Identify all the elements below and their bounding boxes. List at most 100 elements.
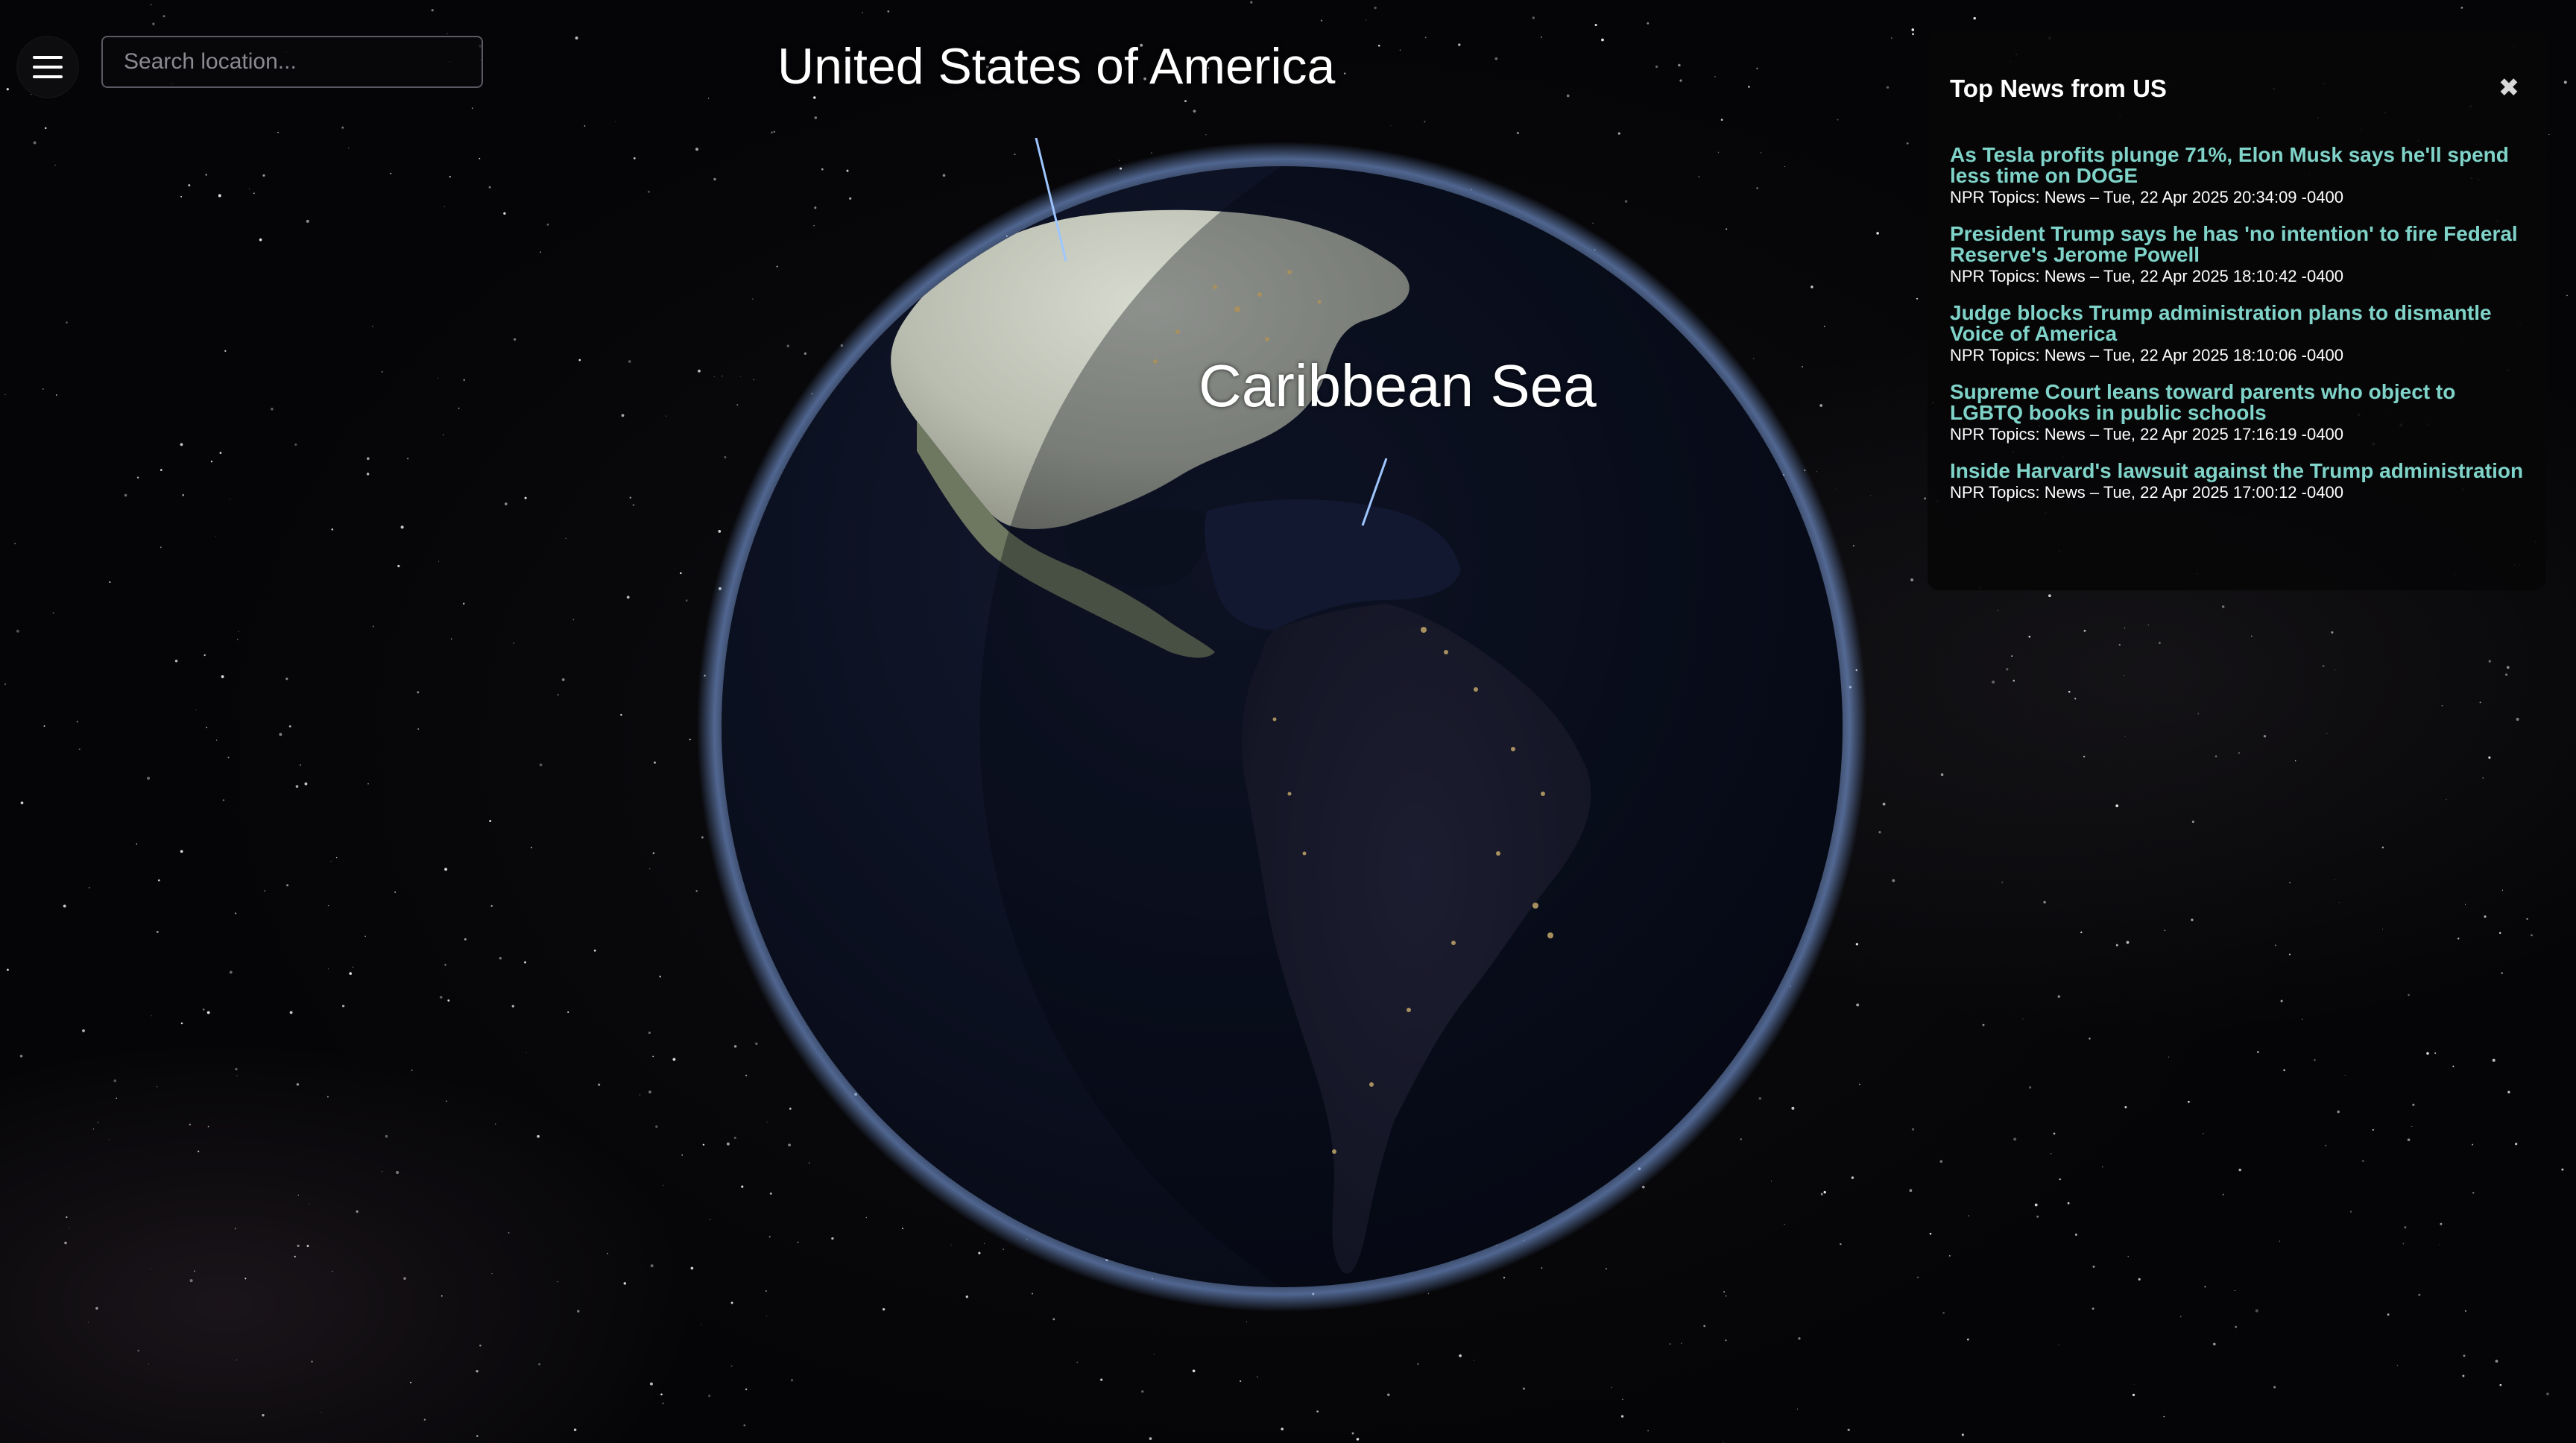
star — [462, 602, 465, 605]
menu-button[interactable] — [18, 37, 78, 97]
star — [297, 1194, 299, 1196]
star — [431, 9, 434, 12]
star — [417, 728, 420, 730]
star — [1647, 1430, 1649, 1432]
star — [629, 496, 631, 499]
star — [1522, 1387, 1526, 1390]
star — [650, 1264, 654, 1268]
star — [2028, 635, 2031, 638]
star — [14, 543, 16, 545]
star — [2531, 934, 2533, 937]
star — [16, 629, 19, 633]
star — [489, 820, 492, 822]
star — [584, 125, 586, 127]
news-headline-link[interactable]: As Tesla profits plunge 71%, Elon Musk s… — [1950, 145, 2524, 186]
star — [396, 1171, 400, 1174]
star — [259, 238, 262, 241]
star — [180, 1022, 183, 1025]
star — [2011, 655, 2013, 657]
star — [2344, 1075, 2346, 1076]
news-meta: NPR Topics: News – Tue, 22 Apr 2025 18:1… — [1950, 346, 2343, 364]
close-button[interactable]: ✖ — [2494, 73, 2524, 103]
star — [1910, 578, 1914, 581]
star — [1647, 22, 1650, 25]
star — [2561, 1168, 2564, 1171]
star — [2501, 972, 2503, 974]
star — [2187, 1100, 2190, 1103]
star — [494, 1123, 496, 1125]
star — [364, 935, 366, 937]
star — [407, 458, 409, 460]
news-headline-link[interactable]: Judge blocks Trump administration plans … — [1950, 303, 2524, 344]
star — [2381, 846, 2384, 849]
star — [203, 654, 206, 657]
star — [1961, 1433, 1964, 1436]
star — [336, 857, 338, 859]
star — [229, 970, 233, 974]
star — [2257, 1051, 2259, 1053]
star — [2203, 1132, 2204, 1134]
star — [1924, 497, 1927, 500]
star — [20, 801, 24, 805]
star — [180, 850, 183, 853]
star — [235, 912, 237, 915]
search-box[interactable] — [101, 36, 483, 88]
star — [2089, 1038, 2091, 1040]
star — [227, 757, 230, 759]
star — [2191, 918, 2194, 921]
space-background: United States of America Caribbean Sea T… — [0, 0, 2576, 1443]
news-headline-link[interactable]: Supreme Court leans toward parents who o… — [1950, 382, 2524, 423]
star — [2279, 1240, 2280, 1242]
star — [2446, 798, 2447, 800]
star — [539, 763, 543, 767]
star — [1374, 6, 1377, 10]
star — [2546, 1392, 2549, 1396]
star — [2526, 918, 2528, 921]
star — [109, 1139, 110, 1140]
star — [326, 1096, 329, 1098]
star — [372, 625, 375, 628]
star — [1992, 681, 1995, 683]
star — [1205, 134, 1207, 136]
star — [109, 581, 111, 584]
label-caribbean-sea: Caribbean Sea — [1199, 353, 1597, 419]
star — [2457, 937, 2460, 940]
star — [2074, 698, 2077, 700]
star — [2126, 941, 2130, 944]
star — [2408, 994, 2410, 997]
star — [621, 414, 625, 417]
star — [2067, 1202, 2070, 1204]
news-headline-link[interactable]: Inside Harvard's lawsuit against the Tru… — [1950, 461, 2524, 481]
star — [4, 683, 7, 686]
star — [1193, 110, 1196, 113]
star — [2074, 1234, 2077, 1236]
star — [567, 1011, 569, 1014]
earth-globe[interactable] — [693, 138, 1871, 1316]
star — [2280, 1000, 2283, 1002]
star — [887, 10, 890, 13]
star — [2022, 1018, 2024, 1020]
star — [655, 1125, 658, 1128]
star — [288, 725, 291, 727]
star — [649, 868, 651, 870]
star — [511, 1005, 515, 1008]
news-item: Supreme Court leans toward parents who o… — [1950, 382, 2524, 446]
news-headline-link[interactable]: President Trump says he has 'no intentio… — [1950, 224, 2524, 265]
star — [2440, 1222, 2443, 1225]
star — [503, 212, 506, 215]
star — [2124, 736, 2126, 737]
star — [652, 1055, 654, 1058]
star — [113, 1079, 117, 1082]
star — [52, 612, 54, 614]
star — [2479, 701, 2481, 704]
star — [198, 1150, 200, 1152]
star — [2080, 931, 2083, 934]
search-input[interactable] — [103, 37, 482, 86]
star — [449, 176, 451, 178]
star — [2349, 1210, 2352, 1213]
star — [2197, 713, 2200, 715]
star — [1655, 65, 1658, 69]
star — [2028, 1086, 2032, 1089]
star — [381, 371, 383, 373]
star — [1622, 1398, 1623, 1401]
